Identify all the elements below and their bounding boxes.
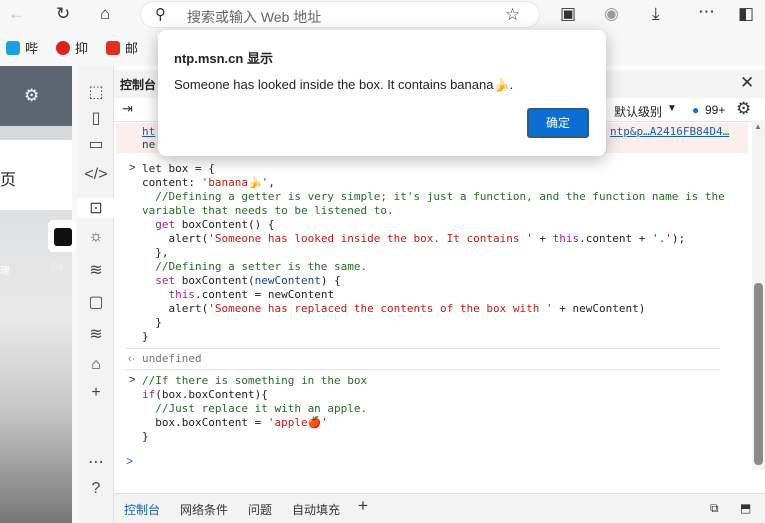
netease-icon bbox=[56, 40, 70, 55]
tab-console[interactable]: 控制台 bbox=[124, 501, 160, 518]
more-icon[interactable]: ⋯ bbox=[698, 2, 715, 22]
bookmark-1[interactable]: 哔 bbox=[6, 38, 38, 57]
network-icon[interactable]: ≋ bbox=[78, 260, 114, 280]
error-text: ne bbox=[142, 138, 156, 151]
code-line: //Defining a setter is the same. bbox=[142, 260, 368, 273]
console-result: undefined bbox=[142, 352, 202, 365]
device-emulation-icon[interactable]: ▯ bbox=[78, 108, 114, 128]
more-tools-icon[interactable]: ⋯ bbox=[78, 452, 114, 472]
back-icon[interactable]: ← bbox=[8, 4, 25, 24]
console-entry-2: //If there is something in the box if(box… bbox=[142, 374, 368, 443]
settings-gear-icon[interactable]: ⚙ bbox=[736, 99, 751, 119]
console-input-prompt[interactable]: > bbox=[126, 454, 133, 468]
address-bar[interactable]: ⚲ 搜索或输入 Web 地址 ☆ bbox=[140, 1, 540, 28]
help-icon[interactable]: ? bbox=[78, 480, 114, 498]
elements-icon[interactable]: </> bbox=[78, 166, 114, 184]
bookmark-label: 邮 bbox=[125, 41, 139, 56]
bookmark-2[interactable]: 抑 bbox=[56, 38, 88, 57]
console-entry-1: let box = {content: 'banana🍌', //Definin… bbox=[142, 162, 725, 343]
devtools-activity-bar: ⬚ ▯ ▭ </> ⊡ ☼ ≋ ▢ ≋ ⌂ + ⋯ ? bbox=[78, 66, 114, 523]
tab-network-conditions[interactable]: 网络条件 bbox=[180, 501, 228, 518]
console-icon[interactable]: ⊡ bbox=[78, 198, 114, 218]
sidebar-icon[interactable]: ⇥ bbox=[122, 99, 133, 119]
tab-autofill[interactable]: 自动填充 bbox=[292, 501, 340, 518]
code-line: //Defining a getter is very simple; it's… bbox=[142, 190, 725, 203]
dialog-message: Someone has looked inside the box. It co… bbox=[174, 77, 514, 92]
address-placeholder: 搜索或输入 Web 地址 bbox=[187, 9, 322, 25]
alert-dialog: ntp.msn.cn 显示 Someone has looked inside … bbox=[158, 30, 606, 156]
input-prompt-icon: > bbox=[129, 162, 136, 174]
error-link[interactable]: ht bbox=[142, 125, 155, 138]
dock-icon[interactable]: ⧉ bbox=[710, 501, 719, 516]
page-card: 页 bbox=[0, 140, 72, 210]
search-icon: ⚲ bbox=[155, 6, 166, 23]
dropdown-icon[interactable]: ▼ bbox=[667, 103, 677, 114]
github-tile[interactable] bbox=[48, 220, 76, 252]
extension-icon[interactable]: ▣ bbox=[560, 4, 576, 24]
inspect-icon[interactable]: ⬚ bbox=[78, 82, 114, 102]
input-prompt-icon: > bbox=[129, 374, 136, 386]
tab-issues[interactable]: 问题 bbox=[248, 501, 272, 518]
sources-bug-icon[interactable]: ☼ bbox=[78, 228, 114, 246]
copilot-icon[interactable]: ◉ bbox=[604, 4, 619, 24]
page-header: ⚙ bbox=[0, 66, 72, 126]
close-icon[interactable]: ✕ bbox=[740, 73, 754, 93]
dialog-title: ntp.msn.cn 显示 bbox=[174, 51, 273, 66]
code-line: let box = { bbox=[142, 162, 215, 175]
home-icon[interactable]: ⌂ bbox=[100, 4, 110, 24]
application-icon[interactable]: ▢ bbox=[78, 292, 114, 312]
ok-button[interactable]: 确定 bbox=[527, 108, 589, 138]
log-level-select[interactable]: 默认级别 bbox=[614, 103, 662, 120]
mail-icon bbox=[106, 40, 120, 55]
bookmark-label: 哔 bbox=[25, 41, 39, 56]
refresh-icon[interactable]: ↻ bbox=[56, 4, 70, 24]
page-background bbox=[0, 66, 72, 523]
page-tile-label: 理 bbox=[0, 266, 10, 277]
drawer-tabs: 控制台 网络条件 问题 自动填充 + ⧉ ⬒ bbox=[114, 493, 765, 523]
settings-icon[interactable]: ⚙ bbox=[24, 86, 39, 106]
sidebar-toggle-icon[interactable]: ◧ bbox=[738, 4, 754, 24]
add-tool-icon[interactable]: + bbox=[78, 384, 114, 402]
bilibili-icon bbox=[6, 40, 20, 55]
code-line: //Just replace it with an apple. bbox=[142, 402, 368, 415]
issues-icon[interactable]: ● bbox=[692, 103, 699, 117]
result-arrow-icon: ‹· bbox=[128, 353, 136, 365]
panel-title: 控制台 bbox=[120, 78, 157, 92]
home-icon[interactable]: ⌂ bbox=[78, 356, 114, 374]
page-text: 页 bbox=[0, 172, 17, 189]
issues-count[interactable]: 99+ bbox=[705, 103, 725, 117]
network-conditions-icon[interactable]: ≋ bbox=[78, 324, 114, 344]
browser-toolbar: ← ↻ ⌂ ⚲ 搜索或输入 Web 地址 ☆ ▣ ◉ ⤓ ⋯ ◧ bbox=[0, 0, 765, 30]
collapse-drawer-icon[interactable]: ⬒ bbox=[740, 501, 751, 515]
error-source-link[interactable]: ntp&p…A2416FB84D4… bbox=[610, 125, 729, 138]
bookmark-3[interactable]: 邮 bbox=[106, 38, 138, 57]
code-line: variable that needs to be listened to. bbox=[142, 204, 394, 217]
page-tile-label: Git bbox=[50, 262, 63, 273]
code-line: //If there is something in the box bbox=[142, 374, 368, 387]
add-tab-icon[interactable]: + bbox=[358, 496, 368, 516]
download-icon[interactable]: ⤓ bbox=[652, 4, 660, 24]
favorite-star-icon[interactable]: ☆ bbox=[505, 5, 520, 25]
scrollbar-thumb[interactable] bbox=[754, 283, 763, 465]
welcome-icon[interactable]: ▭ bbox=[78, 134, 114, 154]
bookmark-label: 抑 bbox=[75, 41, 89, 56]
